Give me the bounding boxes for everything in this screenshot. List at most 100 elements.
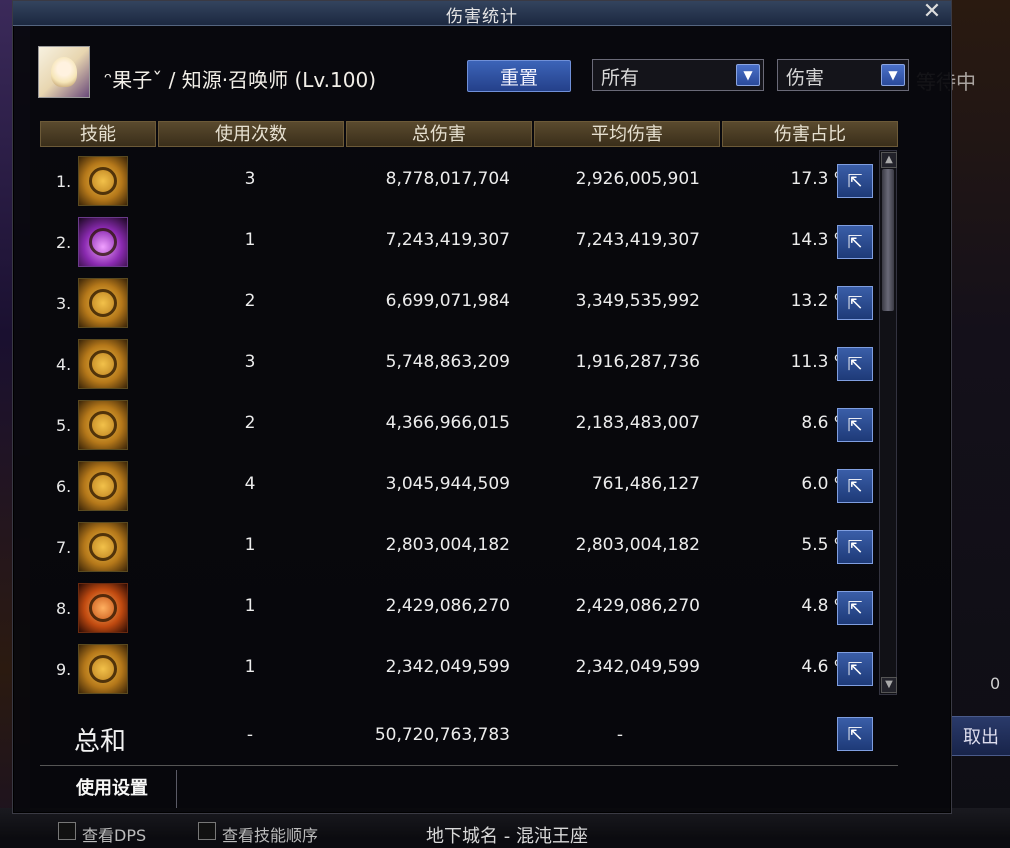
use-count: 4 <box>244 474 256 494</box>
total-damage: 2,803,004,182 <box>385 535 510 555</box>
share-icon[interactable]: ⇱ <box>837 164 873 198</box>
avg-damage: 2,183,483,007 <box>575 413 700 433</box>
avg-damage: 7,243,419,307 <box>575 230 700 250</box>
view-dps-checkbox[interactable] <box>58 822 76 840</box>
flower-skill-icon <box>78 461 128 511</box>
scroll-thumb[interactable] <box>882 169 894 311</box>
total-damage-sum: 50,720,763,783 <box>374 725 510 745</box>
total-damage: 2,342,049,599 <box>385 657 510 677</box>
filter-select-value: 所有 <box>601 67 640 89</box>
scroll-down-icon[interactable]: ▼ <box>881 677 897 693</box>
total-use-count: - <box>246 725 254 745</box>
tab-usage-settings[interactable]: 使用设置 <box>48 770 177 808</box>
reset-button[interactable]: 重置 <box>467 60 571 92</box>
share-icon[interactable]: ⇱ <box>837 286 873 320</box>
table-row: 1. 3 8,778,017,704 2,926,005,901 17.3 % … <box>40 150 880 211</box>
take-out-button[interactable]: 取出 <box>950 716 1010 756</box>
character-name: ᵔ果子ˇ / 知源·召唤师 (Lv.100) <box>104 68 377 92</box>
share-icon[interactable]: ⇱ <box>837 652 873 686</box>
total-damage: 4,366,966,015 <box>385 413 510 433</box>
avg-damage: 3,349,535,992 <box>575 291 700 311</box>
table-row: 3. 2 6,699,071,984 3,349,535,992 13.2 % … <box>40 272 880 333</box>
table-row: 8. 1 2,429,086,270 2,429,086,270 4.8 % ⇱ <box>40 577 880 638</box>
share-icon[interactable]: ⇱ <box>837 225 873 259</box>
total-row: 总和 - 50,720,763,783 - ⇱ <box>40 705 898 765</box>
avg-damage: 2,342,049,599 <box>575 657 700 677</box>
row-index: 2. <box>56 233 72 252</box>
dragon-skill-icon <box>78 644 128 694</box>
table-row: 5. 2 4,366,966,015 2,183,483,007 8.6 % ⇱ <box>40 394 880 455</box>
avg-damage: 2,926,005,901 <box>575 169 700 189</box>
total-damage: 6,699,071,984 <box>385 291 510 311</box>
total-damage: 3,045,944,509 <box>385 474 510 494</box>
avg-damage: 2,803,004,182 <box>575 535 700 555</box>
use-count: 1 <box>244 657 256 677</box>
divider <box>40 765 898 766</box>
window-title: 伤害统计 <box>446 7 518 27</box>
row-index: 6. <box>56 477 72 496</box>
close-icon[interactable]: ✕ <box>921 1 943 23</box>
total-damage: 2,429,086,270 <box>385 596 510 616</box>
scroll-up-icon[interactable]: ▲ <box>881 152 897 168</box>
sparkle-skill-icon <box>78 278 128 328</box>
view-skill-order-label: 查看技能顺序 <box>222 826 319 845</box>
use-count: 3 <box>244 169 256 189</box>
table-scrollbar[interactable]: ▲ ▼ <box>879 150 897 695</box>
row-index: 5. <box>56 416 72 435</box>
share-icon[interactable]: ⇱ <box>837 347 873 381</box>
slash-circle-skill-icon <box>78 339 128 389</box>
table-row: 2. 1 7,243,419,307 7,243,419,307 14.3 % … <box>40 211 880 272</box>
header-avg-damage[interactable]: 平均伤害 <box>534 121 720 147</box>
metric-select[interactable]: 伤害 ▼ <box>777 59 909 91</box>
use-count: 2 <box>244 291 256 311</box>
beast-skill-icon <box>78 400 128 450</box>
share-icon[interactable]: ⇱ <box>837 469 873 503</box>
swirl-skill-icon <box>78 522 128 572</box>
window-titlebar[interactable]: 伤害统计 ✕ <box>13 1 951 27</box>
table-row: 4. 3 5,748,863,209 1,916,287,736 11.3 % … <box>40 333 880 394</box>
share-icon[interactable]: ⇱ <box>837 408 873 442</box>
row-index: 4. <box>56 355 72 374</box>
use-count: 2 <box>244 413 256 433</box>
avg-damage: 1,916,287,736 <box>575 352 700 372</box>
header-skill[interactable]: 技能 <box>40 121 156 147</box>
header-damage-share[interactable]: 伤害占比 <box>722 121 898 147</box>
share-icon[interactable]: ⇱ <box>837 530 873 564</box>
arch-skill-icon <box>78 217 128 267</box>
row-index: 9. <box>56 660 72 679</box>
filter-select[interactable]: 所有 ▼ <box>592 59 764 91</box>
demon-face-skill-icon <box>78 583 128 633</box>
table-row: 9. 1 2,342,049,599 2,342,049,599 4.6 % ⇱ <box>40 638 880 699</box>
view-skill-order-checkbox[interactable] <box>198 822 216 840</box>
share-icon[interactable]: ⇱ <box>837 591 873 625</box>
crown-skill-icon <box>78 156 128 206</box>
chevron-down-icon[interactable]: ▼ <box>736 64 760 86</box>
total-damage: 7,243,419,307 <box>385 230 510 250</box>
table-row: 6. 4 3,045,944,509 761,486,127 6.0 % ⇱ <box>40 455 880 516</box>
character-avatar <box>38 46 90 98</box>
total-damage: 8,778,017,704 <box>385 169 510 189</box>
metric-select-value: 伤害 <box>786 67 825 89</box>
row-index: 3. <box>56 294 72 313</box>
dungeon-name-text: 地下城名 - 混沌王座 <box>426 826 588 847</box>
row-index: 8. <box>56 599 72 618</box>
view-dps-label: 查看DPS <box>82 826 147 845</box>
background-zero-value: 0 <box>990 674 1001 693</box>
header-use-count[interactable]: 使用次数 <box>158 121 344 147</box>
avg-damage: 2,429,086,270 <box>575 596 700 616</box>
row-index: 1. <box>56 172 72 191</box>
chevron-down-icon[interactable]: ▼ <box>881 64 905 86</box>
share-icon[interactable]: ⇱ <box>837 717 873 751</box>
header-total-damage[interactable]: 总伤害 <box>346 121 532 147</box>
total-damage: 5,748,863,209 <box>385 352 510 372</box>
total-avg-damage: - <box>616 725 624 745</box>
table-row: 7. 1 2,803,004,182 2,803,004,182 5.5 % ⇱ <box>40 516 880 577</box>
use-count: 1 <box>244 230 256 250</box>
use-count: 1 <box>244 596 256 616</box>
use-count: 3 <box>244 352 256 372</box>
avg-damage: 761,486,127 <box>591 474 700 494</box>
background-right-panel <box>950 0 1010 837</box>
use-count: 1 <box>244 535 256 555</box>
total-label: 总和 <box>74 727 127 757</box>
row-index: 7. <box>56 538 72 557</box>
